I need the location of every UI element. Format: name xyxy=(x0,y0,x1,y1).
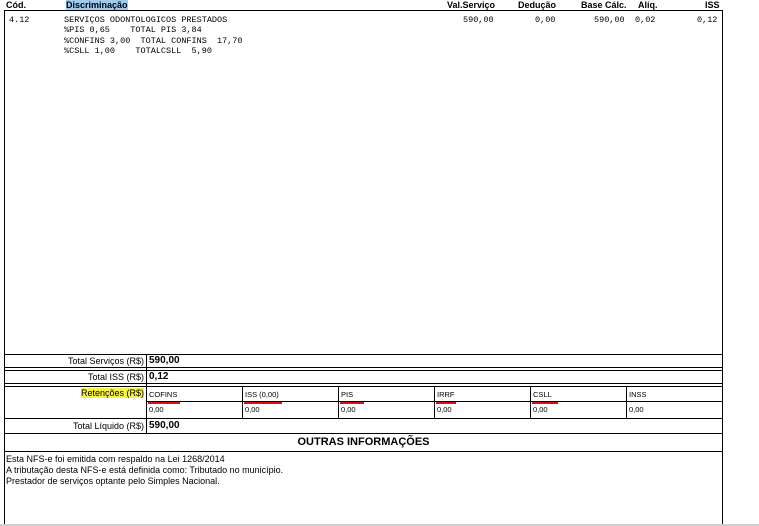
header-rule xyxy=(4,10,723,11)
red-underline xyxy=(436,402,456,404)
cell-rule xyxy=(339,401,435,402)
service-deducao: 0,00 xyxy=(535,15,556,25)
retencao-inss: INSS 0,00 xyxy=(626,386,723,418)
rule-outras xyxy=(4,451,723,452)
header-discriminacao-text: Discriminação xyxy=(66,0,128,10)
header-deducao: Dedução xyxy=(518,0,557,10)
retencao-csll: CSLL 0,00 xyxy=(530,386,627,418)
header-discriminacao: Discriminação xyxy=(66,0,128,10)
retencao-cofins: COFINS 0,00 xyxy=(146,386,243,418)
service-cod: 4.12 xyxy=(9,15,30,25)
retencao-pis-name: PIS xyxy=(341,390,354,399)
total-iss-value: 0,12 xyxy=(149,371,169,382)
retencao-csll-value: 0,00 xyxy=(533,405,548,414)
cell-rule xyxy=(147,401,243,402)
outras-title: OUTRAS INFORMAÇÕES xyxy=(297,436,430,448)
total-liquido-value: 590,00 xyxy=(149,420,180,431)
red-underline xyxy=(244,402,282,404)
retencao-inss-name: INSS xyxy=(629,390,647,399)
header-cod: Cód. xyxy=(6,0,26,10)
rule-liquido xyxy=(4,433,723,434)
cell-rule xyxy=(627,401,723,402)
retencao-iss: ISS (0,00) 0,00 xyxy=(242,386,339,418)
rule-retencoes xyxy=(4,418,723,419)
total-servicos-label: Total Serviços (R$) xyxy=(67,356,144,366)
total-iss-label: Total ISS (R$) xyxy=(87,372,144,382)
header-val-servico: Val.Serviço xyxy=(447,0,496,10)
retencoes-label: Retenções (R$) xyxy=(4,388,144,399)
rule-servicos xyxy=(4,367,723,368)
header-iss: ISS xyxy=(705,0,720,10)
total-servicos-value: 590,00 xyxy=(149,355,180,366)
retencao-inss-value: 0,00 xyxy=(629,405,644,414)
service-line-2: %CONFINS 3,00 TOTAL CONFINS 17,70 xyxy=(64,36,243,46)
retencao-irrf-name: IRRF xyxy=(437,390,455,399)
service-iss: 0,12 xyxy=(697,15,718,25)
red-underline xyxy=(532,402,558,404)
service-line-0: SERVIÇOS ODONTOLOGICOS PRESTADOS xyxy=(64,15,228,25)
cell-rule xyxy=(243,401,339,402)
service-aliq: 0,02 xyxy=(635,15,656,25)
service-line-3: %CSLL 1,00 TOTALCSLL 5,90 xyxy=(64,46,212,56)
total-liquido-label: Total Líquido (R$) xyxy=(72,421,144,431)
red-underline xyxy=(148,402,180,404)
red-underline xyxy=(340,402,364,404)
cell-rule xyxy=(531,401,627,402)
retencao-irrf-value: 0,00 xyxy=(437,405,452,414)
header-aliq: Alíq. xyxy=(638,0,658,10)
rule-servicos-2 xyxy=(4,370,723,371)
totals-top-rule xyxy=(4,354,723,355)
retencao-cofins-value: 0,00 xyxy=(149,405,164,414)
cell-rule xyxy=(435,401,531,402)
retencao-iss-value: 0,00 xyxy=(245,405,260,414)
outras-line-1: A tributação desta NFS-e está definida c… xyxy=(6,465,284,475)
retencao-iss-name: ISS (0,00) xyxy=(245,390,279,399)
service-line-1: %PIS 0,65 TOTAL PIS 3,84 xyxy=(64,25,202,35)
retencao-pis-value: 0,00 xyxy=(341,405,356,414)
rule-iss xyxy=(4,383,723,384)
retencao-pis: PIS 0,00 xyxy=(338,386,435,418)
retencao-csll-name: CSLL xyxy=(533,390,552,399)
retencoes-label-text: Retenções (R$) xyxy=(80,388,144,398)
retencao-irrf: IRRF 0,00 xyxy=(434,386,531,418)
outras-line-0: Esta NFS-e foi emitida com respaldo na L… xyxy=(6,454,225,464)
service-val-servico: 590,00 xyxy=(463,15,494,25)
header-base-calc: Base Cálc. xyxy=(581,0,627,10)
outras-line-2: Prestador de serviços optante pelo Simpl… xyxy=(6,476,220,486)
service-base-calc: 590,00 xyxy=(594,15,625,25)
retencao-cofins-name: COFINS xyxy=(149,390,178,399)
